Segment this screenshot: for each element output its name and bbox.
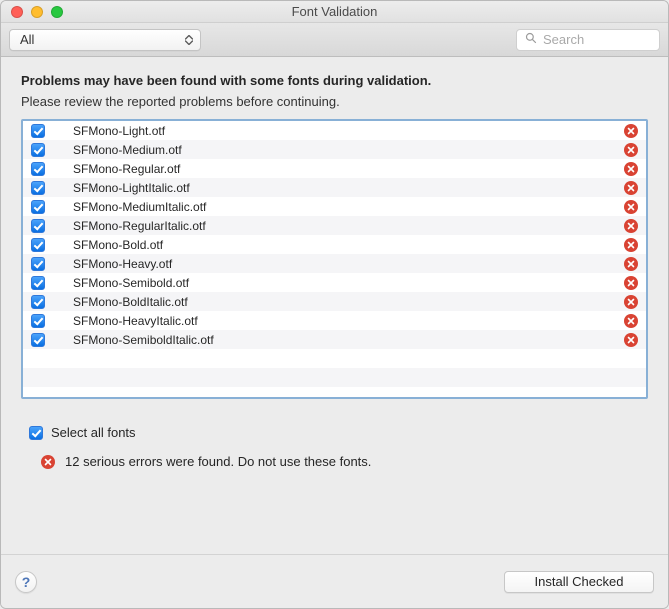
font-row-checkbox[interactable] — [31, 276, 45, 290]
font-row-name: SFMono-HeavyItalic.otf — [73, 314, 616, 328]
problems-subheading: Please review the reported problems befo… — [21, 94, 648, 109]
font-row-checkbox[interactable] — [31, 181, 45, 195]
zoom-window-button[interactable] — [51, 6, 63, 18]
font-row-name: SFMono-BoldItalic.otf — [73, 295, 616, 309]
font-list-scroll[interactable]: SFMono-Light.otf SFMono-Medium.otf SFMono-… — [23, 121, 646, 397]
error-warning-text: Do not use these fonts. — [238, 454, 372, 469]
font-row[interactable]: SFMono-Light.otf — [23, 121, 646, 140]
error-icon — [624, 276, 638, 290]
close-window-button[interactable] — [11, 6, 23, 18]
font-row-checkbox[interactable] — [31, 219, 45, 233]
font-row-name: SFMono-Regular.otf — [73, 162, 616, 176]
footer: ? Install Checked — [1, 554, 668, 608]
select-all-label: Select all fonts — [51, 425, 136, 440]
font-row-checkbox[interactable] — [31, 333, 45, 347]
error-icon — [624, 333, 638, 347]
toolbar: All — [1, 23, 668, 57]
window-title: Font Validation — [1, 4, 668, 19]
error-icon — [624, 238, 638, 252]
font-row-name: SFMono-Heavy.otf — [73, 257, 616, 271]
font-row-name: SFMono-SemiboldItalic.otf — [73, 333, 616, 347]
font-row[interactable]: SFMono-BoldItalic.otf — [23, 292, 646, 311]
error-icon — [624, 314, 638, 328]
error-summary-text: 12 serious errors were found. Do not use… — [65, 454, 371, 469]
chevron-up-down-icon — [184, 35, 194, 45]
select-all-row[interactable]: Select all fonts — [29, 425, 644, 440]
filter-dropdown-label: All — [20, 32, 34, 47]
error-icon — [624, 143, 638, 157]
font-row-checkbox[interactable] — [31, 124, 45, 138]
error-icon — [624, 200, 638, 214]
filter-dropdown[interactable]: All — [9, 29, 201, 51]
font-list: SFMono-Light.otf SFMono-Medium.otf SFMono-… — [21, 119, 648, 399]
font-row[interactable]: SFMono-Semibold.otf — [23, 273, 646, 292]
font-row-name: SFMono-Semibold.otf — [73, 276, 616, 290]
error-icon — [41, 455, 55, 469]
font-row-checkbox[interactable] — [31, 143, 45, 157]
error-icon — [624, 257, 638, 271]
error-icon — [624, 124, 638, 138]
font-row[interactable]: SFMono-Heavy.otf — [23, 254, 646, 273]
font-row-empty — [23, 368, 646, 387]
font-row[interactable]: SFMono-Regular.otf — [23, 159, 646, 178]
select-all-checkbox[interactable] — [29, 426, 43, 440]
font-row-checkbox[interactable] — [31, 314, 45, 328]
search-icon — [525, 32, 537, 47]
font-row-checkbox[interactable] — [31, 162, 45, 176]
font-row-empty — [23, 349, 646, 368]
error-icon — [624, 219, 638, 233]
error-summary: 12 serious errors were found. Do not use… — [41, 454, 644, 469]
font-row-name: SFMono-LightItalic.otf — [73, 181, 616, 195]
problems-heading: Problems may have been found with some f… — [21, 73, 648, 88]
install-checked-button[interactable]: Install Checked — [504, 571, 654, 593]
font-row[interactable]: SFMono-Bold.otf — [23, 235, 646, 254]
font-row-name: SFMono-Light.otf — [73, 124, 616, 138]
font-row-name: SFMono-MediumItalic.otf — [73, 200, 616, 214]
font-row-name: SFMono-RegularItalic.otf — [73, 219, 616, 233]
window-controls — [1, 6, 63, 18]
font-row-name: SFMono-Bold.otf — [73, 238, 616, 252]
font-row[interactable]: SFMono-HeavyItalic.otf — [23, 311, 646, 330]
font-row-checkbox[interactable] — [31, 238, 45, 252]
search-field[interactable] — [516, 29, 660, 51]
font-row-name: SFMono-Medium.otf — [73, 143, 616, 157]
help-button[interactable]: ? — [15, 571, 37, 593]
search-input[interactable] — [543, 32, 651, 47]
error-icon — [624, 162, 638, 176]
error-count-text: 12 serious errors were found. — [65, 454, 238, 469]
error-icon — [624, 181, 638, 195]
font-row[interactable]: SFMono-MediumItalic.otf — [23, 197, 646, 216]
font-row-checkbox[interactable] — [31, 295, 45, 309]
font-row[interactable]: SFMono-SemiboldItalic.otf — [23, 330, 646, 349]
font-validation-window: Font Validation All Problems may have be… — [0, 0, 669, 609]
font-row[interactable]: SFMono-RegularItalic.otf — [23, 216, 646, 235]
content-area: Problems may have been found with some f… — [1, 57, 668, 554]
titlebar: Font Validation — [1, 1, 668, 23]
minimize-window-button[interactable] — [31, 6, 43, 18]
error-icon — [624, 295, 638, 309]
font-row[interactable]: SFMono-LightItalic.otf — [23, 178, 646, 197]
font-row-checkbox[interactable] — [31, 257, 45, 271]
font-row-checkbox[interactable] — [31, 200, 45, 214]
font-row[interactable]: SFMono-Medium.otf — [23, 140, 646, 159]
below-list: Select all fonts 12 serious errors were … — [21, 399, 648, 469]
